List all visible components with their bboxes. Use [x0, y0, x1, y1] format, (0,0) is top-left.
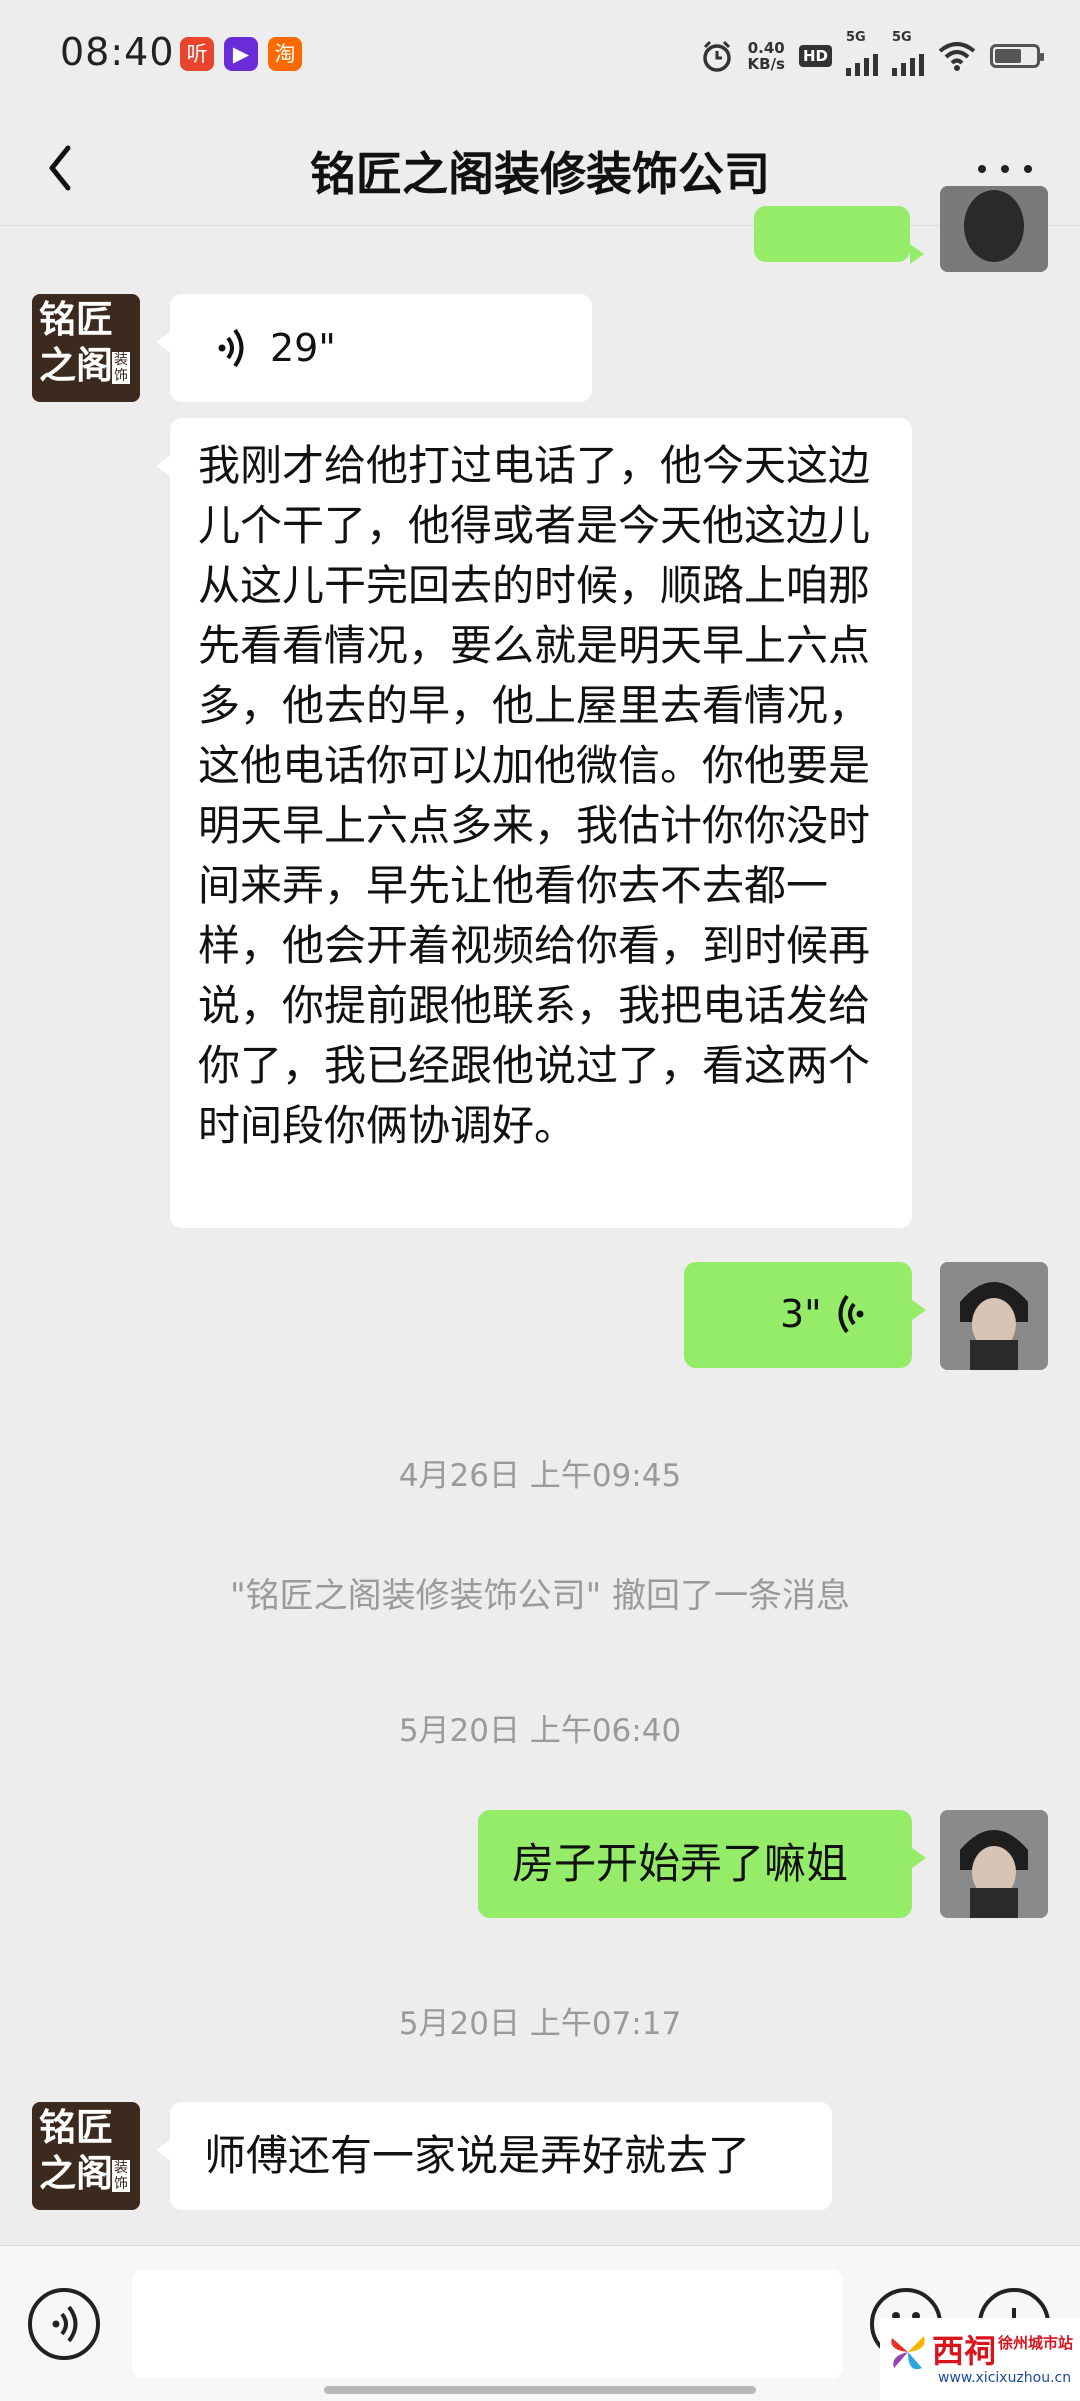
sim2-label: 5G [892, 30, 912, 45]
voice-input-button[interactable] [28, 2288, 100, 2360]
message-text: 师傅还有一家说是弄好就去了 [204, 2131, 751, 2180]
net-speed-unit: KB/s [747, 55, 785, 73]
voice-message-in[interactable]: 29" [156, 294, 592, 402]
wifi-icon [938, 42, 976, 71]
voice-duration: 3" [780, 1292, 822, 1336]
voice-icon [52, 2305, 78, 2343]
chat-title: 铭匠之阁装修装饰公司 [310, 147, 770, 201]
recall-notice: "铭匠之阁装修装饰公司" 撤回了一条消息 [229, 1576, 851, 1616]
video-app-icon: ▶ [224, 37, 258, 71]
voice-wave-icon [838, 1294, 864, 1334]
text-message-in[interactable]: 师傅还有一家说是弄好就去了 [156, 2102, 832, 2210]
net-speed-value: 0.40 [747, 39, 785, 57]
text-message-in[interactable]: 我刚才给他打过电话了，他今天这边儿个干了，他得或者是今天他这边儿从这儿干完回去的… [156, 418, 912, 1228]
text-message-out[interactable]: 房子开始弄了嘛姐 [478, 1810, 926, 1918]
message-input[interactable] [132, 2270, 842, 2378]
battery-icon [990, 44, 1044, 68]
chat-header: 铭匠之阁装修装饰公司 [0, 110, 1080, 226]
watermark-city: 徐州城市站 [998, 2334, 1074, 2352]
logo-line2: 之阁 [39, 2152, 113, 2195]
status-bar: 08:40 听 ▶ 淘 0.40 KB/s HD 5G 5G [0, 0, 1080, 110]
status-indicators: 0.40 KB/s HD 5G 5G [700, 30, 1044, 78]
taobao-app-icon: 淘 [268, 37, 302, 71]
message-text: 房子开始弄了嘛姐 [512, 1839, 849, 1888]
pinwheel-logo-icon [891, 2336, 925, 2370]
signal-icon: 5G [892, 30, 924, 76]
logo-tag: 装饰 [112, 2160, 130, 2192]
watermark-brand: 西祠 [932, 2332, 997, 2370]
logo-line2: 之阁 [39, 344, 113, 387]
message-text: 我刚才给他打过电话了，他今天这边儿个干了，他得或者是今天他这边儿从这儿干完回去的… [198, 441, 871, 1150]
voice-message-out[interactable]: 3" [684, 1262, 926, 1368]
voice-duration: 29" [270, 326, 336, 370]
network-speed: 0.40 KB/s [748, 40, 785, 72]
site-watermark: 西祠 徐州城市站 www.xicixuzhou.cn [880, 2318, 1080, 2400]
my-avatar[interactable] [940, 1262, 1048, 1370]
logo-line1: 铭匠 [39, 2106, 113, 2149]
partial-sent-bubble[interactable] [754, 206, 924, 264]
my-avatar[interactable] [940, 1810, 1048, 1918]
alarm-icon [702, 40, 731, 72]
status-time: 08:40 [60, 30, 175, 74]
sim1-label: 5G [846, 30, 866, 45]
logo-line1: 铭匠 [39, 298, 113, 341]
watermark-url: www.xicixuzhou.cn [938, 2370, 1072, 2386]
signal-icon: 5G [846, 30, 878, 76]
contact-avatar[interactable]: 铭匠 之阁 装饰 [32, 294, 140, 402]
hd-icon: HD [798, 45, 832, 67]
ting-app-icon: 听 [180, 37, 214, 71]
timestamp: 4月26日 上午09:45 [398, 1458, 682, 1494]
contact-avatar[interactable]: 铭匠 之阁 装饰 [32, 2102, 140, 2210]
timestamp: 5月20日 上午06:40 [398, 1713, 682, 1749]
my-avatar[interactable] [940, 186, 1048, 272]
home-indicator[interactable] [324, 2386, 756, 2394]
timestamp: 5月20日 上午07:17 [398, 2006, 682, 2042]
logo-tag: 装饰 [112, 352, 130, 384]
voice-wave-icon [218, 328, 244, 368]
